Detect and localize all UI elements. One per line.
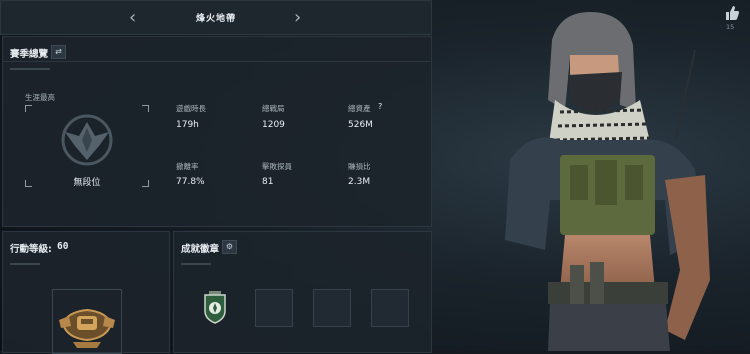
action-level-label: 行動等級: <box>10 244 52 255</box>
help-icon[interactable]: ? <box>378 102 382 111</box>
next-arrow-icon[interactable]: › <box>294 7 301 28</box>
action-level-value: 60 <box>57 241 69 252</box>
like-button[interactable] <box>724 5 740 21</box>
badge-slot[interactable] <box>371 289 409 327</box>
stat-value: 526M <box>348 120 373 130</box>
season-overview-title: 賽季總覽 <box>10 49 49 60</box>
title-bar: ‹ 烽火地帶 › <box>0 0 432 35</box>
divider <box>3 61 431 62</box>
rank-emblem-icon <box>61 114 113 166</box>
stat-value: 179h <box>176 120 199 130</box>
stat-label: 撤離率 <box>176 162 199 171</box>
season-overview-panel: 賽季總覽 ⇄ 生涯最高 無段位 遊戲時長 179h 總戰局 1209 總資產 ?… <box>2 36 432 227</box>
thumbs-up-icon <box>726 6 739 20</box>
stat-label: 賺損比 <box>348 162 371 171</box>
swap-icon[interactable]: ⇄ <box>51 45 66 59</box>
stat-label: 擊敗探員 <box>262 162 292 171</box>
badge-slot[interactable] <box>255 289 293 327</box>
badge-slot[interactable] <box>197 289 233 325</box>
rank-frame: 無段位 <box>25 105 149 188</box>
stat-value: 77.8% <box>176 177 205 187</box>
stat-value: 1209 <box>262 120 285 130</box>
frame-corner <box>25 105 32 112</box>
stat-label: 總戰局 <box>262 104 285 113</box>
operator-character-image <box>505 12 710 351</box>
badges-title: 成就徽章 <box>181 244 220 255</box>
section-subtitle-line <box>10 68 50 70</box>
action-level-panel: 行動等級: 60 <box>2 231 170 354</box>
page-title: 烽火地帶 <box>195 14 236 24</box>
like-count: 15 <box>726 23 735 31</box>
section-subtitle-line <box>181 263 211 265</box>
achievement-badges-panel: 成就徽章 ⚙ <box>173 231 432 353</box>
stat-label: 總資產 <box>348 104 371 113</box>
rank-name: 無段位 <box>73 178 101 188</box>
stat-value: 2.3M <box>348 177 371 187</box>
green-shield-badge-icon <box>204 291 226 324</box>
stat-label: 遊戲時長 <box>176 104 206 113</box>
stat-value: 81 <box>262 177 274 187</box>
level-badge-icon <box>59 308 115 348</box>
level-badge-frame <box>52 289 122 354</box>
badge-slot[interactable] <box>313 289 351 327</box>
career-best-label: 生涯最高 <box>25 93 55 102</box>
section-subtitle-line <box>10 263 40 265</box>
gear-icon[interactable]: ⚙ <box>222 240 237 254</box>
frame-corner <box>142 105 149 112</box>
